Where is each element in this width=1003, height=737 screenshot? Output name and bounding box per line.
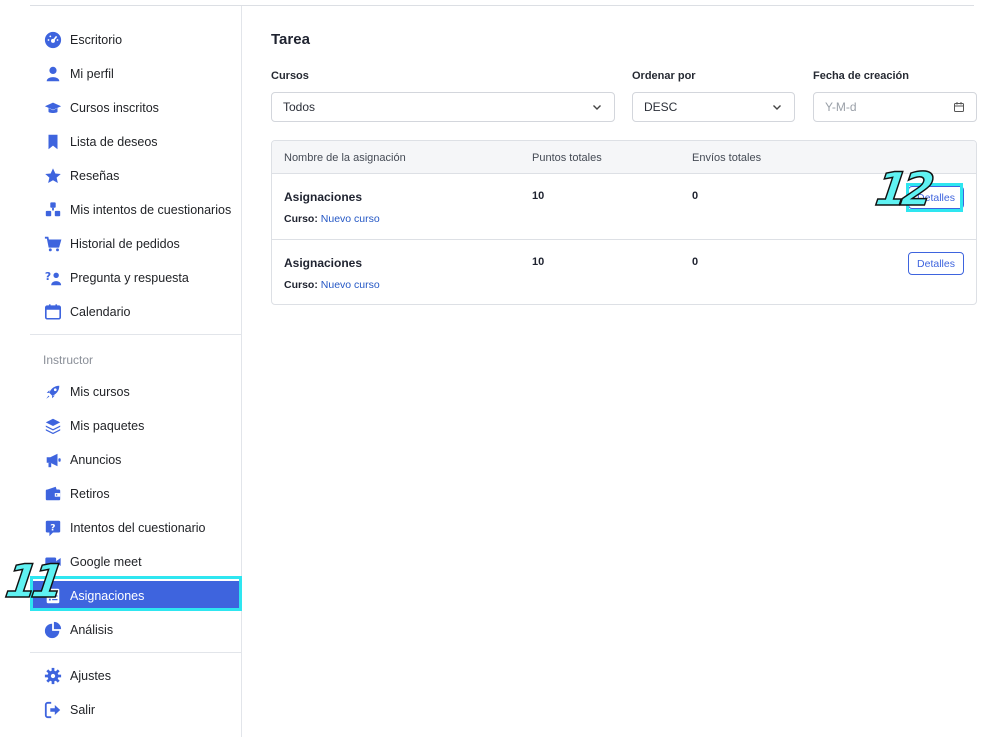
sidebar-item-anuncios[interactable]: Anuncios — [30, 445, 239, 475]
date-filter-label: Fecha de creación — [813, 70, 909, 82]
quiz-question-icon: ? — [43, 518, 63, 538]
logout-icon — [43, 700, 63, 720]
sidebar-item-label: Historial de pedidos — [70, 237, 180, 251]
sidebar-item-retiros[interactable]: Retiros — [30, 479, 239, 509]
courses-filter-label: Cursos — [271, 70, 309, 82]
course-label: Curso: — [284, 279, 318, 291]
svg-text:?: ? — [45, 270, 51, 283]
sidebar-item-label: Mis intentos de cuestionarios — [70, 203, 232, 217]
sidebar-item-lista-de-deseos[interactable]: Lista de deseos — [30, 127, 239, 157]
question-answer-icon: ? — [43, 268, 63, 288]
total-submissions: 0 — [692, 190, 699, 202]
total-points: 10 — [532, 256, 545, 268]
sidebar-item-ajustes[interactable]: Ajustes — [30, 661, 239, 691]
course-link[interactable]: Nuevo curso — [321, 279, 380, 291]
wallet-icon — [43, 484, 63, 504]
cart-icon — [43, 234, 63, 254]
sidebar-item-label: Ajustes — [70, 669, 111, 683]
table-header: Nombre de la asignación Puntos totales E… — [272, 141, 976, 174]
page-title: Tarea — [271, 31, 310, 48]
table-row: Asignaciones Curso: Nuevo curso 10 0 Det… — [272, 240, 976, 304]
order-filter-label: Ordenar por — [632, 70, 696, 82]
sidebar-item-label: Retiros — [70, 487, 110, 501]
sidebar-item-label: Escritorio — [70, 33, 123, 47]
order-select-value: DESC — [644, 100, 678, 114]
sidebar-item-historial-pedidos[interactable]: Historial de pedidos — [30, 229, 239, 259]
megaphone-icon — [43, 450, 63, 470]
details-button[interactable]: Detalles — [908, 252, 964, 275]
annotation-number-12: 12 — [871, 161, 932, 217]
sidebar-item-calendario[interactable]: Calendario — [30, 297, 239, 327]
rocket-icon — [43, 382, 63, 402]
sidebar-item-google-meet[interactable]: Google meet — [30, 547, 239, 577]
sidebar-divider — [30, 652, 241, 653]
sidebar-item-label: Mis paquetes — [70, 419, 145, 433]
sidebar-item-cursos-inscritos[interactable]: Cursos inscritos — [30, 93, 239, 123]
course-link[interactable]: Nuevo curso — [321, 213, 380, 225]
courses-select[interactable]: Todos — [271, 92, 615, 122]
calendar-icon — [954, 102, 964, 112]
sidebar-item-mi-perfil[interactable]: Mi perfil — [30, 59, 239, 89]
sidebar-item-pregunta-respuesta[interactable]: ? Pregunta y respuesta — [30, 263, 239, 293]
user-icon — [43, 64, 63, 84]
assignment-course: Curso: Nuevo curso — [284, 213, 380, 225]
sidebar-item-intentos-cuestionario[interactable]: ? Intentos del cuestionario — [30, 513, 239, 543]
instructor-section-label: Instructor — [43, 353, 94, 367]
sidebar-item-label: Reseñas — [70, 169, 120, 183]
sidebar-item-label: Intentos del cuestionario — [70, 521, 206, 535]
layers-icon — [43, 416, 63, 436]
assignment-course: Curso: Nuevo curso — [284, 279, 380, 291]
sidebar-item-label: Cursos inscritos — [70, 101, 159, 115]
sidebar-item-label: Lista de deseos — [70, 135, 158, 149]
courses-select-value: Todos — [283, 100, 316, 114]
column-header-name: Nombre de la asignación — [284, 152, 406, 164]
pie-chart-icon — [43, 620, 63, 640]
dashboard-icon — [43, 30, 63, 50]
sidebar-item-label: Pregunta y respuesta — [70, 271, 189, 285]
total-submissions: 0 — [692, 256, 699, 268]
sidebar-item-mis-cursos[interactable]: Mis cursos — [30, 377, 239, 407]
column-header-points: Puntos totales — [532, 152, 602, 164]
sidebar-item-label: Mis cursos — [70, 385, 130, 399]
column-header-submissions: Envíos totales — [692, 152, 762, 164]
svg-text:?: ? — [50, 523, 55, 533]
assignments-table: Nombre de la asignación Puntos totales E… — [271, 140, 977, 305]
sidebar-item-label: Calendario — [70, 305, 131, 319]
graduation-cap-icon — [43, 98, 63, 118]
date-input[interactable]: Y-M-d — [813, 92, 977, 122]
sidebar: Escritorio Mi perfil Cursos inscritos Li… — [30, 6, 242, 737]
calendar-icon — [43, 302, 63, 322]
assignment-name: Asignaciones — [284, 190, 363, 204]
sidebar-item-analisis[interactable]: Análisis — [30, 615, 239, 645]
sidebar-item-mis-intentos[interactable]: Mis intentos de cuestionarios — [30, 195, 239, 225]
assignment-name: Asignaciones — [284, 256, 363, 270]
sidebar-item-label: Análisis — [70, 623, 114, 637]
sidebar-item-label: Asignaciones — [70, 589, 145, 603]
sidebar-item-salir[interactable]: Salir — [30, 695, 239, 725]
sidebar-item-label: Google meet — [70, 555, 142, 569]
sidebar-item-escritorio[interactable]: Escritorio — [30, 25, 239, 55]
order-select[interactable]: DESC — [632, 92, 795, 122]
sidebar-item-label: Salir — [70, 703, 96, 717]
sidebar-item-label: Anuncios — [70, 453, 122, 467]
sidebar-divider — [30, 334, 241, 335]
star-icon — [43, 166, 63, 186]
sidebar-item-resenas[interactable]: Reseñas — [30, 161, 239, 191]
course-label: Curso: — [284, 213, 318, 225]
sidebar-item-asignaciones[interactable]: Asignaciones — [30, 581, 239, 611]
date-input-placeholder: Y-M-d — [825, 100, 857, 114]
quiz-attempts-icon — [43, 200, 63, 220]
table-row: Asignaciones Curso: Nuevo curso 10 0 Det… — [272, 174, 976, 240]
annotation-number-11: 11 — [1, 553, 62, 609]
bookmark-icon — [43, 132, 63, 152]
total-points: 10 — [532, 190, 545, 202]
chevron-down-icon — [593, 105, 601, 110]
gear-icon — [43, 666, 63, 686]
chevron-down-icon — [773, 105, 781, 110]
sidebar-item-mis-paquetes[interactable]: Mis paquetes — [30, 411, 239, 441]
sidebar-item-label: Mi perfil — [70, 67, 114, 81]
